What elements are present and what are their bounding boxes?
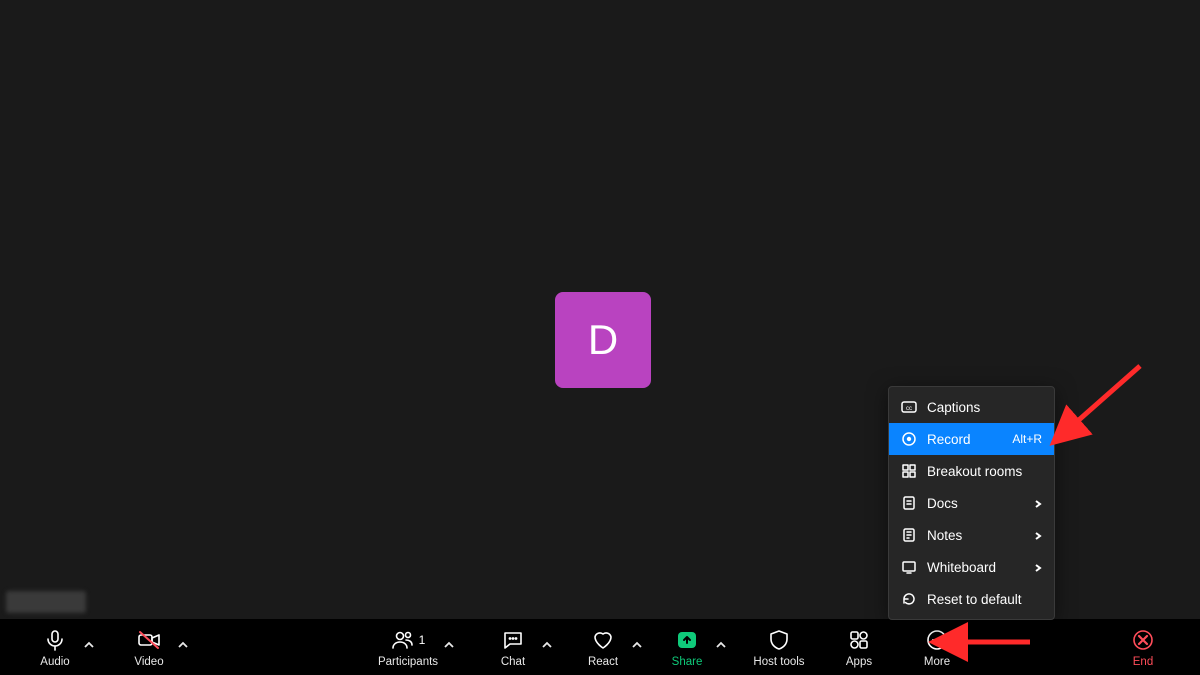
chat-options-caret[interactable] (542, 637, 552, 655)
microphone-icon (43, 626, 67, 654)
notes-icon (901, 527, 917, 543)
end-call-icon (1131, 626, 1155, 654)
docs-icon (901, 495, 917, 511)
video-button[interactable]: Video (122, 619, 176, 675)
shield-icon (767, 626, 791, 654)
svg-text:cc: cc (906, 406, 912, 412)
participant-initial: D (588, 316, 618, 364)
more-menu: cc Captions Record Alt+R Breakout rooms … (888, 386, 1055, 620)
share-screen-icon (675, 626, 699, 654)
video-options-caret[interactable] (178, 637, 188, 655)
reset-icon (901, 591, 917, 607)
share-options-caret[interactable] (716, 637, 726, 655)
whiteboard-icon (901, 559, 917, 575)
end-button[interactable]: End (1116, 619, 1170, 675)
audio-button[interactable]: Audio (28, 619, 82, 675)
chat-icon (501, 626, 525, 654)
meeting-toolbar: Audio Video 1 Participants Chat React (0, 619, 1200, 675)
participants-count: 1 (419, 633, 426, 647)
participant-tile[interactable]: D (555, 292, 651, 388)
captions-icon: cc (901, 399, 917, 415)
submenu-caret (1034, 496, 1042, 511)
menu-item-reset[interactable]: Reset to default (889, 583, 1054, 615)
apps-button[interactable]: Apps (832, 619, 886, 675)
submenu-caret (1034, 560, 1042, 575)
apps-icon (847, 626, 871, 654)
participant-name-label (6, 591, 86, 613)
menu-item-docs[interactable]: Docs (889, 487, 1054, 519)
heart-icon (591, 626, 615, 654)
breakout-rooms-icon (901, 463, 917, 479)
share-button[interactable]: Share (660, 619, 714, 675)
participants-icon: 1 (391, 626, 426, 654)
record-icon (901, 431, 917, 447)
audio-options-caret[interactable] (84, 637, 94, 655)
menu-item-record[interactable]: Record Alt+R (889, 423, 1054, 455)
react-options-caret[interactable] (632, 637, 642, 655)
participants-options-caret[interactable] (444, 637, 454, 655)
more-icon (925, 626, 949, 654)
camera-off-icon (137, 626, 161, 654)
react-button[interactable]: React (576, 619, 630, 675)
menu-item-notes[interactable]: Notes (889, 519, 1054, 551)
participants-button[interactable]: 1 Participants (368, 619, 448, 675)
submenu-caret (1034, 528, 1042, 543)
record-shortcut: Alt+R (1012, 432, 1042, 446)
menu-item-captions[interactable]: cc Captions (889, 391, 1054, 423)
host-tools-button[interactable]: Host tools (744, 619, 814, 675)
menu-item-whiteboard[interactable]: Whiteboard (889, 551, 1054, 583)
menu-item-breakout-rooms[interactable]: Breakout rooms (889, 455, 1054, 487)
more-button[interactable]: More (910, 619, 964, 675)
chat-button[interactable]: Chat (486, 619, 540, 675)
